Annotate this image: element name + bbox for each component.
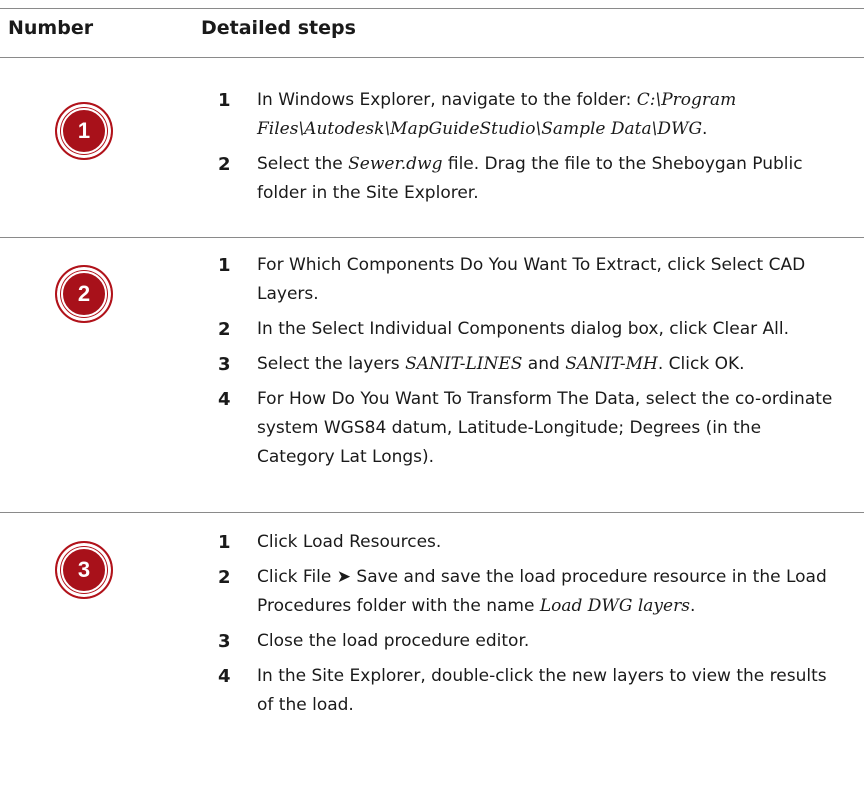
step-item: 2 In the Select Individual Components dia… (218, 315, 838, 344)
step-text-segment: . (689, 596, 696, 616)
step-item: 2 Click File ➤ Save and save the load pro… (218, 563, 838, 621)
step-number: 2 (218, 154, 231, 175)
step-text-segment: In Windows Explorer, navigate to the fol… (257, 90, 637, 110)
row-1-steps: 1 In Windows Explorer, navigate to the fo… (218, 86, 838, 214)
step-text-segment: For Which Components Do You Want To Extr… (257, 255, 806, 304)
step-item: 1 In Windows Explorer, navigate to the fo… (218, 86, 838, 144)
steps-column-header: Detailed steps (201, 17, 356, 39)
step-text: For Which Components Do You Want To Extr… (257, 251, 838, 309)
step-item: 4 For How Do You Want To Transform The Da… (218, 385, 838, 472)
step-text-segment: For How Do You Want To Transform The Dat… (257, 389, 833, 467)
step-number: 2 (218, 567, 231, 588)
step-number: 3 (218, 354, 231, 375)
step-text-segment: . (702, 119, 708, 139)
step-text: Select the layers SANIT-LINES and SANIT-… (257, 350, 838, 379)
step-emphasis: Load DWG layers (539, 596, 690, 616)
step-text-segment: In the Select Individual Components dial… (257, 319, 790, 339)
step-item: 4 In the Site Explorer, double-click the … (218, 662, 838, 720)
number-column-header: Number (8, 17, 94, 39)
step-text: Click Load Resources. (257, 528, 838, 557)
step-text: For How Do You Want To Transform The Dat… (257, 385, 838, 472)
step-badge-1: 1 (55, 102, 113, 160)
step-item: 2 Select the Sewer.dwg file. Drag the fil… (218, 150, 838, 208)
badge-label: 3 (61, 547, 107, 593)
step-item: 3 Close the load procedure editor. (218, 627, 838, 656)
row-3-steps: 1 Click Load Resources. 2 Click File ➤ Save… (218, 528, 838, 726)
step-number: 3 (218, 631, 231, 652)
step-item: 1 Click Load Resources. (218, 528, 838, 557)
step-number: 2 (218, 319, 231, 340)
step-text: In the Site Explorer, double-click the n… (257, 662, 838, 720)
step-emphasis: Sewer.dwg (348, 154, 443, 174)
step-badge-2: 2 (55, 265, 113, 323)
row-divider-1 (0, 237, 864, 238)
step-number: 4 (218, 666, 231, 687)
row-2-steps: 1 For Which Components Do You Want To Ext… (218, 251, 838, 478)
step-text-segment: and (522, 354, 566, 374)
step-number: 1 (218, 255, 231, 276)
step-number: 4 (218, 389, 231, 410)
step-text: In the Select Individual Components dial… (257, 315, 838, 344)
step-text-segment: Select the layers (257, 354, 406, 374)
step-text-segment: . Click OK. (657, 354, 745, 374)
step-item: 1 For Which Components Do You Want To Ext… (218, 251, 838, 309)
step-text: Click File ➤ Save and save the load proc… (257, 563, 838, 621)
step-number: 1 (218, 532, 231, 553)
step-badge-3: 3 (55, 541, 113, 599)
step-emphasis: SANIT-LINES (405, 354, 523, 374)
header-rule (0, 57, 864, 58)
step-text-segment: Select the (257, 154, 349, 174)
step-text-segment: Click Load Resources. (257, 532, 442, 552)
step-text-segment: In the Site Explorer, double-click the n… (257, 666, 827, 715)
top-rule (0, 8, 864, 9)
badge-label: 1 (61, 108, 107, 154)
step-emphasis: SANIT-MH (565, 354, 658, 374)
step-text: Select the Sewer.dwg file. Drag the file… (257, 150, 838, 208)
step-number: 1 (218, 90, 231, 111)
step-text: In Windows Explorer, navigate to the fol… (257, 86, 838, 144)
badge-label: 2 (61, 271, 107, 317)
row-divider-2 (0, 512, 864, 513)
step-text: Close the load procedure editor. (257, 627, 838, 656)
step-item: 3 Select the layers SANIT-LINES and SANIT… (218, 350, 838, 379)
step-text-segment: Close the load procedure editor. (257, 631, 530, 651)
